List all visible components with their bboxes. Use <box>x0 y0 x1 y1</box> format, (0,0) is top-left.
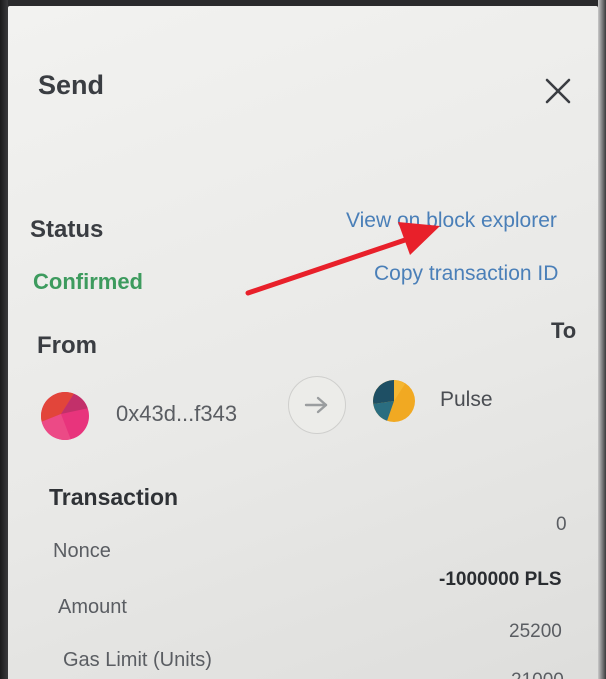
screen-bezel-right <box>598 0 606 679</box>
status-label: Status <box>30 216 104 243</box>
from-address[interactable]: 0x43d...f343 <box>116 401 237 427</box>
from-account-avatar <box>41 392 89 440</box>
gas-used-value: 21000 <box>511 670 564 679</box>
to-account-avatar <box>373 380 415 422</box>
nonce-value: 0 <box>556 514 567 535</box>
amount-value: -1000000 PLS <box>439 569 562 590</box>
send-details-panel: Send Status Confirmed View on block expl… <box>8 6 598 679</box>
copy-transaction-id-link[interactable]: Copy transaction ID <box>374 262 558 286</box>
direction-arrow <box>288 376 346 434</box>
page-title: Send <box>38 70 105 100</box>
gas-limit-label: Gas Limit (Units) <box>63 649 212 671</box>
to-recipient-name[interactable]: Pulse <box>440 388 493 412</box>
from-label: From <box>37 332 97 359</box>
amount-label: Amount <box>58 596 127 618</box>
gas-limit-value: 25200 <box>509 621 562 642</box>
to-label: To <box>551 318 577 343</box>
nonce-label: Nonce <box>53 540 111 562</box>
photo-of-screen: Send Status Confirmed View on block expl… <box>0 0 606 679</box>
transaction-section-title: Transaction <box>49 484 179 510</box>
jazzicon-to <box>373 380 415 422</box>
close-button[interactable] <box>541 74 575 108</box>
jazzicon-from <box>41 392 89 440</box>
close-icon <box>545 78 571 104</box>
view-on-block-explorer-link[interactable]: View on block explorer <box>346 209 557 233</box>
screen-bezel-left <box>0 0 8 679</box>
status-badge: Confirmed <box>33 269 143 294</box>
arrow-right-icon <box>304 396 328 414</box>
